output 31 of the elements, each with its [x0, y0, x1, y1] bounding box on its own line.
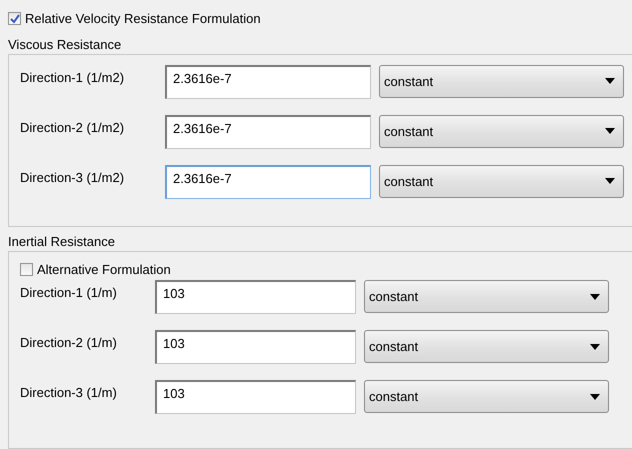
dropdown[interactable]: constant [379, 114, 624, 148]
caret-icon [605, 178, 615, 184]
checkbox-label: Alternative Formulation [37, 262, 171, 277]
dropdown[interactable]: constant [364, 280, 609, 314]
checkbox[interactable] [20, 262, 33, 276]
field-label: Direction-1 (1/m2) [20, 68, 126, 85]
checkmark-icon [10, 14, 20, 24]
checkbox[interactable] [8, 12, 21, 26]
dropdown[interactable]: constant [379, 64, 624, 98]
field-label: Direction-3 (1/m2) [20, 168, 126, 185]
caret-icon [605, 78, 615, 84]
input-field[interactable]: 103 [155, 330, 356, 364]
caret-icon [590, 394, 600, 400]
input-field[interactable]: 103 [155, 280, 356, 314]
input-field[interactable]: 2.3616e-7 [165, 114, 371, 149]
dropdown[interactable]: constant [379, 164, 624, 198]
dropdown[interactable]: constant [364, 380, 609, 414]
input-field[interactable]: 103 [155, 380, 356, 414]
caret-icon [590, 344, 600, 350]
input-field[interactable]: 2.3616e-7 [165, 164, 371, 199]
dropdown[interactable]: constant [364, 330, 609, 364]
field-label: Direction-3 (1/m) [20, 384, 118, 400]
field-label: Direction-2 (1/m) [20, 334, 118, 350]
checkbox-label: Relative Velocity Resistance Formulation [25, 11, 261, 26]
field-label: Direction-1 (1/m) [20, 284, 118, 300]
caret-icon [605, 128, 615, 134]
input-field[interactable]: 2.3616e-7 [165, 64, 371, 99]
caret-icon [590, 294, 600, 300]
section-title: Viscous Resistance [8, 36, 122, 54]
section-title: Inertial Resistance [8, 233, 116, 252]
field-label: Direction-2 (1/m2) [20, 118, 126, 135]
